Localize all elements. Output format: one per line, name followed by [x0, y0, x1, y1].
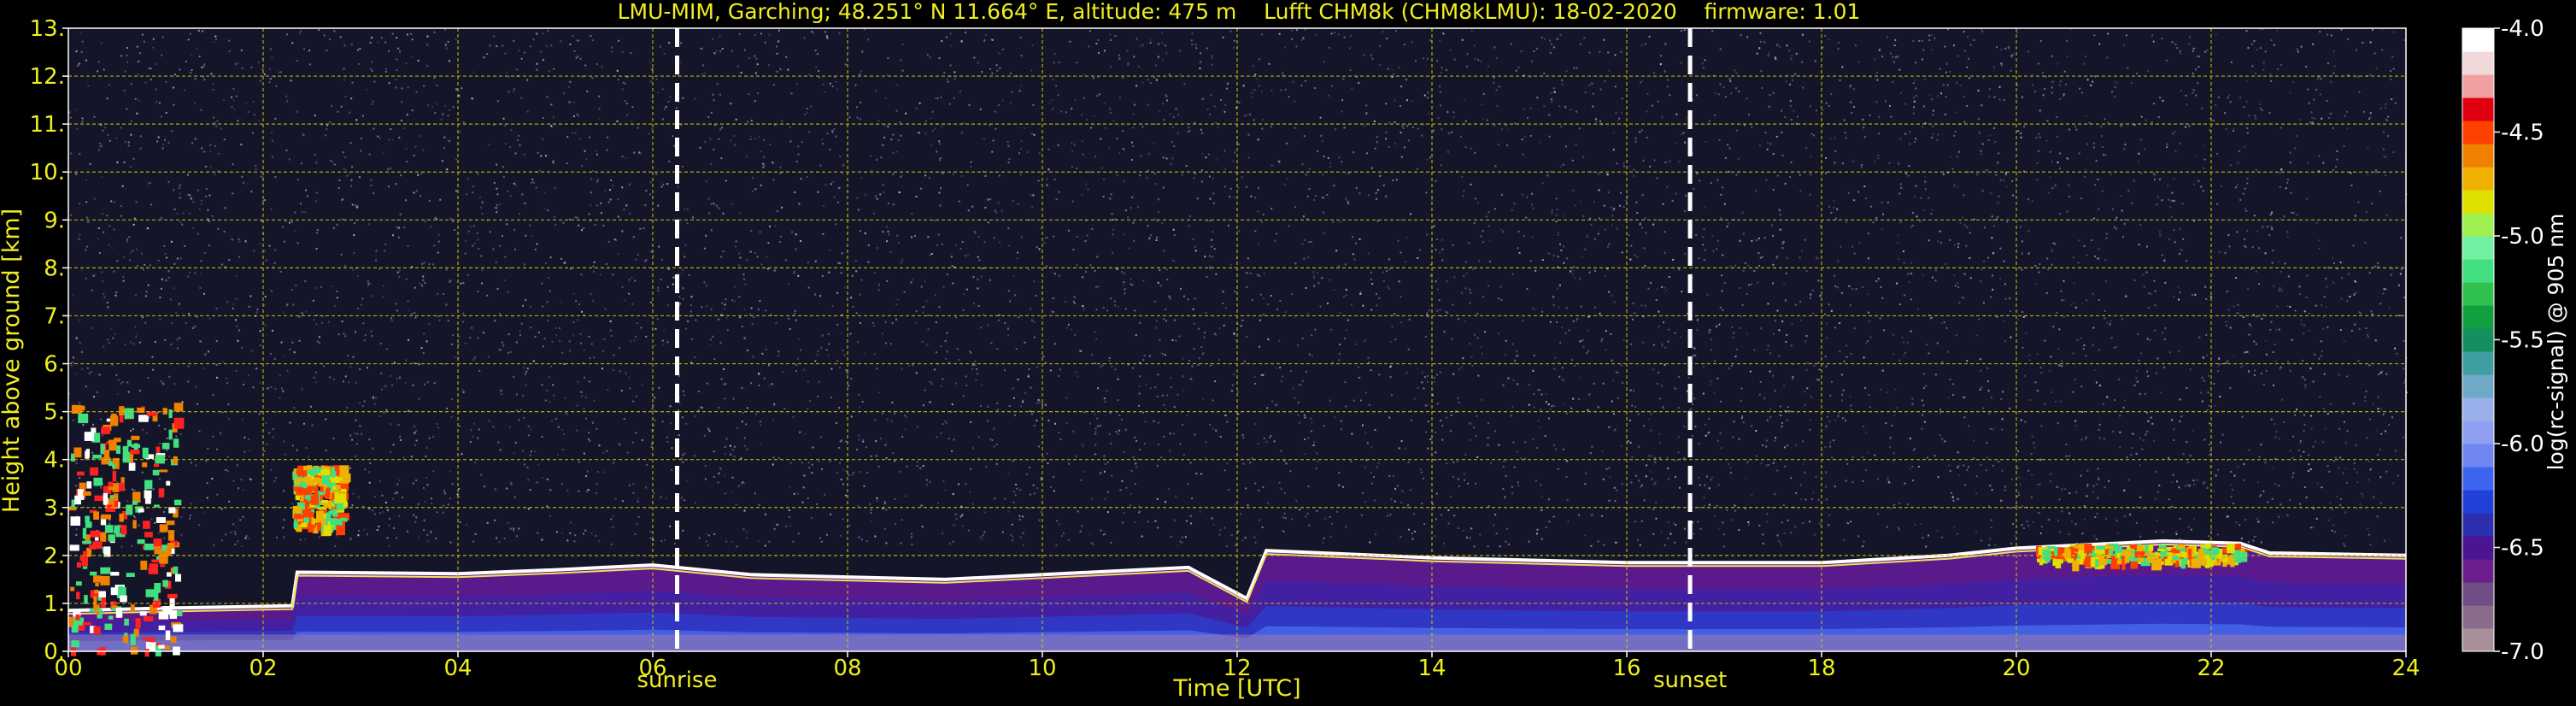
- colorbar-tick-label: -6.0: [2501, 432, 2544, 457]
- colorbar-swatch: [2462, 282, 2494, 306]
- y-tick-label: 7.: [44, 303, 65, 329]
- x-tick-label: 10: [1028, 656, 1056, 681]
- colorbar-swatch: [2462, 97, 2494, 121]
- colorbar-swatch: [2462, 328, 2494, 352]
- colorbar-swatch: [2462, 397, 2494, 421]
- x-tick-label: 18: [1807, 656, 1835, 681]
- x-tick-label: 02: [249, 656, 277, 681]
- y-tick-label: 8.: [44, 256, 65, 281]
- colorbar-swatch: [2462, 444, 2494, 468]
- chart-title: LMU-MIM, Garching; 48.251° N 11.664° E, …: [618, 0, 1861, 24]
- colorbar-swatch: [2462, 51, 2494, 75]
- y-tick-label: 13.: [30, 16, 65, 42]
- colorbar-tick-label: -4.0: [2501, 16, 2544, 42]
- colorbar-swatch: [2462, 467, 2494, 491]
- x-tick-label: 08: [833, 656, 861, 681]
- colorbar-tick-label: -5.0: [2501, 224, 2544, 250]
- ceilometer-figure: LMU-MIM, Garching; 48.251° N 11.664° E, …: [0, 0, 2576, 706]
- y-tick-label: 2.: [44, 544, 65, 569]
- x-tick-label: 22: [2197, 656, 2225, 681]
- y-tick-label: 3.: [44, 496, 65, 521]
- y-tick-label: 0.: [44, 639, 65, 665]
- x-tick-label: 04: [443, 656, 472, 681]
- colorbar-swatch: [2462, 536, 2494, 560]
- y-axis-label: Height above ground [km]: [0, 209, 25, 513]
- colorbar-swatch: [2462, 490, 2494, 514]
- y-tick-label: 6.: [44, 352, 65, 378]
- x-tick-label: 16: [1612, 656, 1640, 681]
- colorbar-tick-label: -7.0: [2501, 639, 2544, 665]
- colorbar-swatch: [2462, 559, 2494, 583]
- x-tick-label: 20: [2002, 656, 2030, 681]
- colorbar-swatch: [2462, 582, 2494, 606]
- x-tick-label: 24: [2391, 656, 2420, 681]
- colorbar-tick-label: -5.5: [2501, 328, 2544, 354]
- colorbar-swatch: [2462, 305, 2494, 329]
- y-tick-label: 1.: [44, 591, 65, 617]
- colorbar-swatch: [2462, 236, 2494, 260]
- colorbar-swatch: [2462, 121, 2494, 144]
- x-tick-label: 14: [1417, 656, 1446, 681]
- colorbar-swatch: [2462, 259, 2494, 283]
- y-tick-label: 12.: [30, 64, 65, 90]
- y-tick-label: 11.: [30, 112, 65, 138]
- colorbar-swatch: [2462, 605, 2494, 629]
- colorbar-tick-label: -4.5: [2501, 121, 2544, 146]
- colorbar-swatch: [2462, 28, 2494, 52]
- colorbar-swatch: [2462, 421, 2494, 444]
- surface-layer: [68, 634, 2406, 651]
- colorbar-swatch: [2462, 513, 2494, 537]
- y-tick-label: 10.: [30, 160, 65, 185]
- x-axis-label: Time [UTC]: [1172, 675, 1300, 702]
- plot-area: sunrise sunset00 02 04 06 08 10 12 14 16 18 20 22 240…: [30, 16, 2421, 693]
- y-tick-label: 5.: [44, 400, 65, 426]
- colorbar-swatch: [2462, 374, 2494, 398]
- marker-label-sunset: sunset: [1653, 668, 1727, 693]
- colorbar-swatch: [2462, 144, 2494, 168]
- y-tick-label: 9.: [44, 208, 65, 233]
- colorbar-swatch: [2462, 213, 2494, 237]
- colorbar-label: log(rc-signal) @ 905 nm: [2544, 214, 2568, 471]
- colorbar-swatch: [2462, 74, 2494, 98]
- colorbar-tick-label: -6.5: [2501, 536, 2544, 562]
- y-tick-label: 4.: [44, 448, 65, 474]
- colorbar-swatch: [2462, 167, 2494, 191]
- cloud-feature: [292, 465, 351, 537]
- colorbar-swatch: [2462, 351, 2494, 375]
- colorbar-swatch: [2462, 190, 2494, 214]
- colorbar-swatch: [2462, 628, 2494, 652]
- x-tick-label: 06: [638, 656, 666, 681]
